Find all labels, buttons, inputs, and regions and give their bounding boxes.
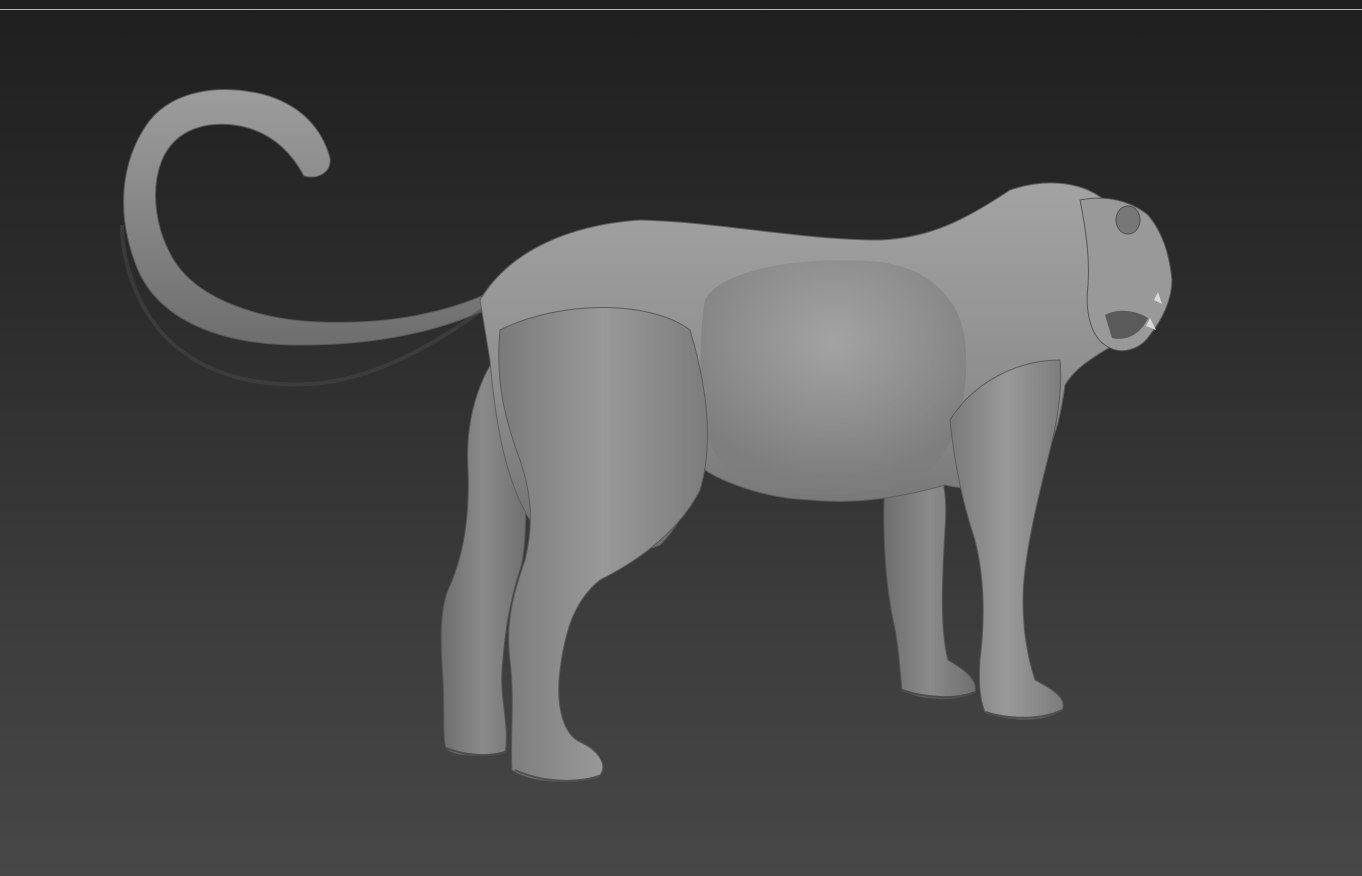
3d-viewport[interactable] [0, 0, 1362, 876]
viewport-scene[interactable] [0, 0, 1362, 876]
panther-model[interactable] [120, 89, 1173, 782]
panther-ear [1115, 205, 1141, 235]
panther-far-front-leg [883, 474, 976, 700]
panther-tail [123, 89, 506, 346]
panther-near-front-leg [949, 359, 1064, 720]
panther-near-hind-leg [498, 307, 708, 782]
panther-belly [700, 260, 967, 495]
